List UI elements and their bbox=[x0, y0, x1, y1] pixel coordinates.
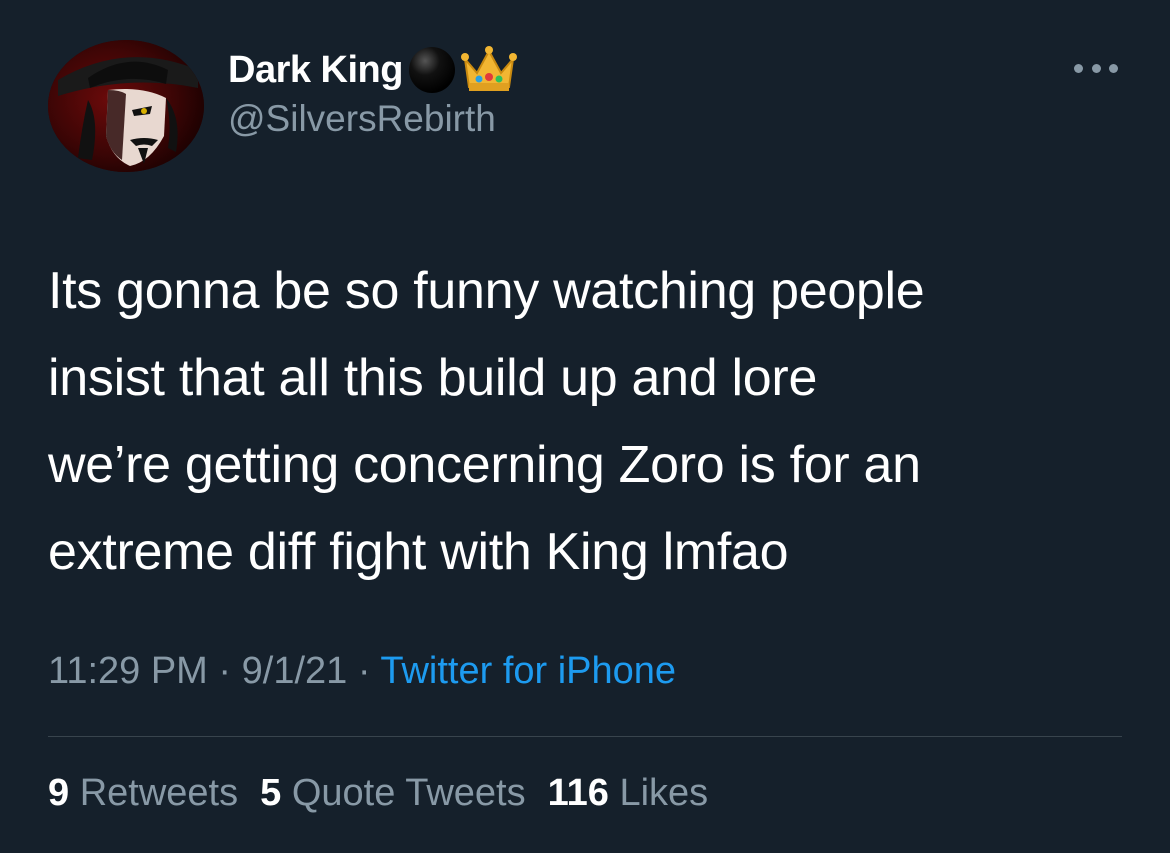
tweet-text-line: Its gonna be so funny watching people bbox=[48, 262, 925, 320]
retweets-count: 9 bbox=[48, 772, 70, 814]
tweet-stats: 9 Retweets 5 Quote Tweets 116 Likes bbox=[48, 772, 708, 815]
more-options-icon[interactable] bbox=[1074, 56, 1118, 80]
tweet-meta: 11:29 PM · 9/1/21 · Twitter for iPhone bbox=[48, 650, 676, 693]
likes-label: Likes bbox=[619, 772, 709, 814]
tweet-time[interactable]: 11:29 PM bbox=[48, 650, 208, 692]
quote-tweets-label: Quote Tweets bbox=[291, 772, 526, 814]
author-handle[interactable]: @SilversRebirth bbox=[228, 98, 496, 140]
meta-separator: · bbox=[218, 650, 232, 692]
tweet-text: Its gonna be so funny watching people in… bbox=[48, 248, 1138, 596]
avatar[interactable] bbox=[48, 40, 204, 172]
retweets-label: Retweets bbox=[79, 772, 239, 814]
tweet-text-line: insist that all this build up and lore bbox=[48, 349, 818, 407]
likes-count: 116 bbox=[547, 772, 609, 814]
tweet-card: Dark King @SilversRebirth Its gonna be s… bbox=[0, 0, 1170, 853]
retweets-stat[interactable]: 9 Retweets bbox=[48, 772, 238, 814]
meta-separator: · bbox=[357, 650, 371, 692]
tweet-source-link[interactable]: Twitter for iPhone bbox=[380, 650, 676, 692]
divider bbox=[48, 736, 1122, 737]
display-name[interactable]: Dark King bbox=[228, 49, 403, 92]
avatar-image bbox=[48, 40, 204, 172]
tweet-text-line: extreme diff fight with King lmfao bbox=[48, 523, 789, 581]
author-name-row[interactable]: Dark King bbox=[228, 44, 517, 96]
quote-tweets-stat[interactable]: 5 Quote Tweets bbox=[260, 772, 525, 814]
tweet-date[interactable]: 9/1/21 bbox=[242, 650, 348, 692]
black-circle-icon bbox=[407, 45, 457, 95]
crown-icon bbox=[460, 45, 517, 95]
quote-tweets-count: 5 bbox=[260, 772, 282, 814]
tweet-text-line: we’re getting concerning Zoro is for an bbox=[48, 436, 921, 494]
likes-stat[interactable]: 116 Likes bbox=[548, 772, 709, 814]
